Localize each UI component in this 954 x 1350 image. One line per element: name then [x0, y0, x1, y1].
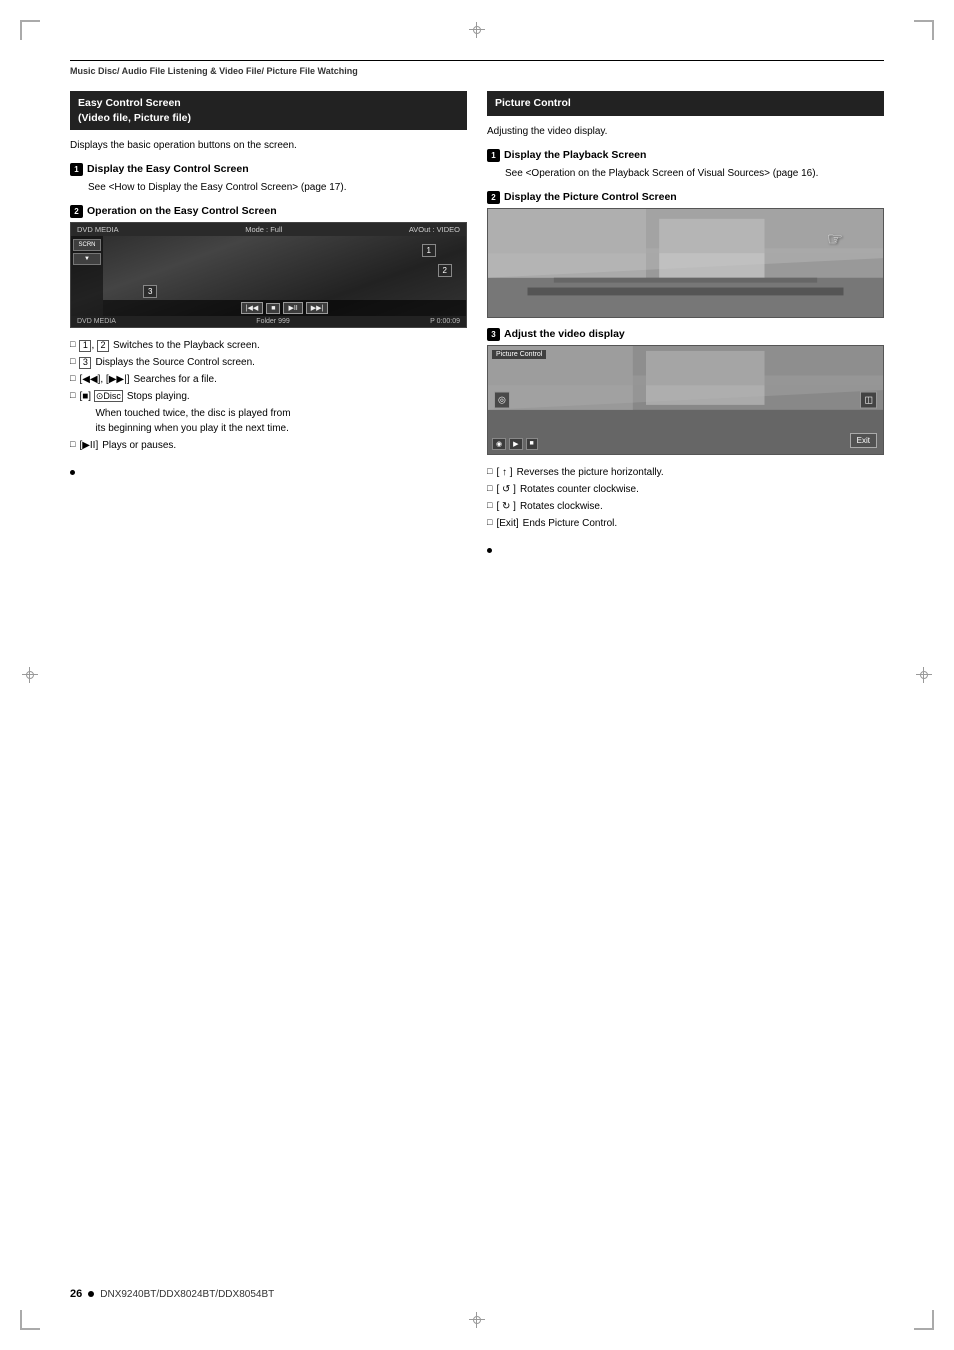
- right-step-1-title: 1 Display the Playback Screen: [487, 149, 884, 162]
- contrast-icon[interactable]: ◫: [860, 391, 877, 408]
- right-step-1-num: 1: [487, 149, 500, 162]
- right-step-3-block: 3 Adjust the video display Picture Contr: [487, 328, 884, 455]
- right-bullet-3: □ [Exit] Ends Picture Control.: [487, 516, 884, 531]
- bullet-key-2: [◀◀], [▶▶|]: [79, 372, 129, 387]
- vf-bottom-bar: DVD MEDIA Folder 999 P 0:00:09: [71, 316, 466, 327]
- step-1-content: See <How to Display the Easy Control Scr…: [70, 180, 467, 195]
- right-step-3-title: 3 Adjust the video display: [487, 328, 884, 341]
- right-bullet-2: □ [ ↻ ] Rotates clockwise.: [487, 499, 884, 514]
- control-btn-2[interactable]: ▶: [509, 438, 522, 450]
- prev-button[interactable]: |◀◀: [241, 302, 264, 314]
- page-number: 26: [70, 1288, 82, 1300]
- right-bullet-marker: [487, 543, 884, 553]
- brightness-icon[interactable]: ◎: [494, 391, 510, 408]
- page-footer: 26 DNX9240BT/DDX8024BT/DDX8054BT: [70, 1288, 884, 1300]
- bottom-controls: ◉ ▶ ■: [492, 438, 538, 450]
- right-bullet-key-3: [Exit]: [496, 516, 518, 531]
- footer-model: DNX9240BT/DDX8024BT/DDX8054BT: [100, 1289, 274, 1300]
- bullet-text-3: Stops playing.: [127, 389, 190, 404]
- vf-sidebar: SCRN ▼: [71, 236, 103, 316]
- step-2-label: Operation on the Easy Control Screen: [87, 205, 277, 217]
- right-step-3-num: 3: [487, 328, 500, 341]
- playback-screen-image: ☞: [487, 208, 884, 318]
- right-bullet-1: □ [ ↺ ] Rotates counter clockwise.: [487, 482, 884, 497]
- picture-control-image: Picture Control ◎ ◫ ◉ ▶ ■ Exit: [487, 345, 884, 455]
- easy-control-heading: Easy Control Screen (Video file, Picture…: [70, 91, 467, 130]
- right-bullet-text-3: Ends Picture Control.: [523, 516, 618, 531]
- right-step-2-num: 2: [487, 191, 500, 204]
- exit-button[interactable]: Exit: [850, 433, 877, 448]
- bullet-text-1: Displays the Source Control screen.: [95, 355, 255, 370]
- bullet-item-5: □ [▶II] Plays or pauses.: [70, 438, 467, 453]
- right-bullet-key-0: [ ↑ ]: [496, 465, 512, 480]
- video-screen: DVD MEDIA Mode : Full AVOut : VIDEO SCRN…: [70, 222, 467, 328]
- bullet-key-0: 1, 2: [79, 338, 109, 353]
- right-step-2-title: 2 Display the Picture Control Screen: [487, 191, 884, 204]
- bullet-list: □ 1, 2 Switches to the Playback screen. …: [70, 338, 467, 453]
- overlay-num-1: 1: [422, 244, 436, 257]
- bullet-key-3: [■] ⊙Disc: [79, 389, 122, 404]
- step-2-title: 2 Operation on the Easy Control Screen: [70, 205, 467, 218]
- overlay-num-3: 3: [143, 285, 157, 298]
- right-bullet-text-1: Rotates counter clockwise.: [520, 482, 639, 497]
- right-bullet-text-0: Reverses the picture horizontally.: [517, 465, 664, 480]
- step-1-num: 1: [70, 163, 83, 176]
- vf-top-bar: DVD MEDIA Mode : Full AVOut : VIDEO: [71, 223, 466, 236]
- right-step-1-block: 1 Display the Playback Screen See <Opera…: [487, 149, 884, 181]
- cursor-icon: ☞: [827, 229, 843, 250]
- easy-control-intro: Displays the basic operation buttons on …: [70, 138, 467, 153]
- right-step-1-label: Display the Playback Screen: [504, 149, 646, 161]
- bullet-item-0: □ 1, 2 Switches to the Playback screen.: [70, 338, 467, 353]
- right-step-1-content: See <Operation on the Playback Screen of…: [487, 166, 884, 181]
- footer-bullet-dot: [88, 1291, 94, 1297]
- right-bullet-list: □ [ ↑ ] Reverses the picture horizontall…: [487, 465, 884, 531]
- page-header: Music Disc/ Audio File Listening & Video…: [70, 60, 884, 77]
- bullet-item-4: □ When touched twice, the disc is played…: [70, 406, 467, 436]
- bullet-key-1: 3: [79, 355, 91, 370]
- bullet-subtext-4: When touched twice, the disc is played f…: [79, 406, 290, 436]
- control-btn-3[interactable]: ■: [526, 438, 538, 450]
- vf-scene: SCRN ▼ 1 2 3 |◀◀ ■: [71, 236, 466, 316]
- left-bullet-marker: [70, 465, 467, 475]
- step-1-title: 1 Display the Easy Control Screen: [70, 163, 467, 176]
- right-step-2-label: Display the Picture Control Screen: [504, 191, 677, 203]
- picture-control-heading: Picture Control: [487, 91, 884, 116]
- stop-button[interactable]: ■: [266, 303, 280, 314]
- right-bullet-0: □ [ ↑ ] Reverses the picture horizontall…: [487, 465, 884, 480]
- left-control-icons: ◎: [494, 391, 510, 408]
- bullet-key-5: [▶II]: [79, 438, 98, 453]
- step-1-block: 1 Display the Easy Control Screen See <H…: [70, 163, 467, 195]
- right-bullet-key-1: [ ↺ ]: [496, 482, 516, 497]
- right-control-icons: ◫: [860, 391, 877, 408]
- picture-control-intro: Adjusting the video display.: [487, 124, 884, 139]
- bullet-text-0: Switches to the Playback screen.: [113, 338, 260, 353]
- step-2-num: 2: [70, 205, 83, 218]
- scrn-button[interactable]: SCRN: [73, 239, 101, 251]
- page-header-text: Music Disc/ Audio File Listening & Video…: [70, 66, 358, 76]
- right-column: Picture Control Adjusting the video disp…: [487, 91, 884, 553]
- next-button[interactable]: ▶▶|: [306, 302, 329, 314]
- bullet-item-2: □ [◀◀], [▶▶|] Searches for a file.: [70, 372, 467, 387]
- main-content: Easy Control Screen (Video file, Picture…: [70, 91, 884, 553]
- step-2-block: 2 Operation on the Easy Control Screen D…: [70, 205, 467, 328]
- left-column: Easy Control Screen (Video file, Picture…: [70, 91, 467, 553]
- overlay-num-2: 2: [438, 264, 452, 277]
- arrow-down-button[interactable]: ▼: [73, 253, 101, 265]
- right-bullet-key-2: [ ↻ ]: [496, 499, 516, 514]
- vf-controls: |◀◀ ■ ▶II ▶▶|: [103, 300, 466, 316]
- vf-main: 1 2 3 |◀◀ ■ ▶II ▶▶|: [103, 236, 466, 316]
- right-step-2-block: 2 Display the Picture Control Screen: [487, 191, 884, 318]
- right-step-3-label: Adjust the video display: [504, 328, 625, 340]
- play-pause-button[interactable]: ▶II: [283, 302, 302, 314]
- step-1-label: Display the Easy Control Screen: [87, 163, 249, 175]
- control-btn-1[interactable]: ◉: [492, 438, 506, 450]
- picture-control-label: Picture Control: [492, 350, 546, 359]
- bullet-text-2: Searches for a file.: [133, 372, 216, 387]
- bullet-item-3: □ [■] ⊙Disc Stops playing.: [70, 389, 467, 404]
- right-bullet-text-2: Rotates clockwise.: [520, 499, 603, 514]
- bullet-text-5: Plays or pauses.: [102, 438, 176, 453]
- bullet-item-1: □ 3 Displays the Source Control screen.: [70, 355, 467, 370]
